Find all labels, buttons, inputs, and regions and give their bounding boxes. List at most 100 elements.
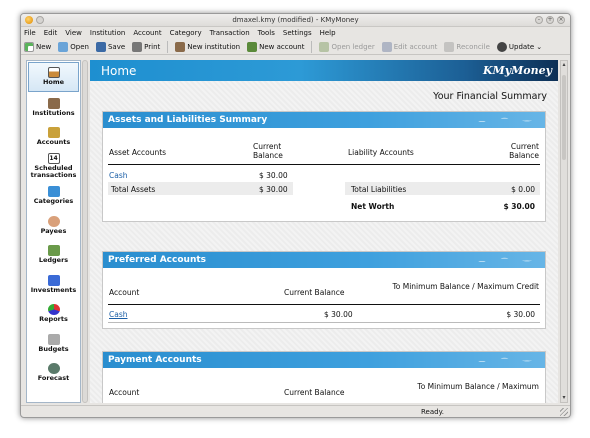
- menu-institution[interactable]: Institution: [90, 29, 125, 37]
- investments-icon: [47, 274, 60, 286]
- asset-accounts-column-header: Asset Accounts: [109, 148, 167, 157]
- open-ledger-button[interactable]: Open ledger: [319, 41, 375, 52]
- close-icon[interactable]: ×: [557, 16, 565, 24]
- sidebar-item-reports[interactable]: Reports: [27, 299, 80, 329]
- sidebar-item-investments[interactable]: Investments: [27, 270, 80, 300]
- reconcile-button[interactable]: Reconcile: [444, 41, 490, 52]
- preferred-account-cash-link[interactable]: Cash: [109, 310, 128, 319]
- main-area: Home Institutions Accounts 14 Scheduled t…: [21, 56, 570, 405]
- menu-file[interactable]: File: [24, 29, 36, 37]
- ledgers-icon: [47, 245, 60, 257]
- forecast-icon: [47, 363, 60, 375]
- sidebar-item-accounts[interactable]: Accounts: [27, 122, 80, 152]
- save-disk-icon: [95, 41, 106, 52]
- ledger-icon: [319, 41, 330, 52]
- new-institution-button[interactable]: New institution: [175, 41, 240, 52]
- account-column-header: Account: [109, 388, 140, 397]
- reports-icon: [47, 304, 60, 316]
- home-view: Home KMyMoney Your Financial Summary Ass…: [90, 60, 558, 403]
- menu-edit[interactable]: Edit: [44, 29, 58, 37]
- open-folder-icon: [58, 41, 69, 52]
- scrollbar-thumb[interactable]: [562, 75, 566, 160]
- payment-accounts-panel: Payment Accounts Account Current Balance…: [102, 351, 546, 403]
- sidebar-item-scheduled-transactions[interactable]: 14 Scheduled transactions: [27, 152, 80, 182]
- menu-category[interactable]: Category: [170, 29, 202, 37]
- payment-accounts-header: Payment Accounts: [103, 352, 545, 368]
- toolbar-separator: [167, 40, 169, 53]
- reconcile-icon: [444, 41, 455, 52]
- total-liabilities-value: $ 0.00: [511, 185, 535, 194]
- status-text: Ready.: [421, 408, 444, 416]
- minimize-icon[interactable]: -: [535, 16, 543, 24]
- menu-bar: File Edit View Institution Account Categ…: [21, 27, 570, 39]
- budgets-icon: [47, 333, 60, 345]
- sidebar-item-forecast[interactable]: Forecast: [27, 358, 80, 388]
- open-button[interactable]: Open: [58, 41, 89, 52]
- asset-current-balance-header: Current Balance: [253, 142, 283, 160]
- min-balance-column-header: To Minimum Balance / Maximum: [417, 382, 539, 391]
- main-window: dmaxel.kmy (modified) - KMyMoney - + × F…: [20, 13, 571, 418]
- menu-help[interactable]: Help: [320, 29, 336, 37]
- window-title: dmaxel.kmy (modified) - KMyMoney: [232, 16, 359, 24]
- sidebar-item-budgets[interactable]: Budgets: [27, 329, 80, 359]
- edit-account-button[interactable]: Edit account: [381, 41, 437, 52]
- new-account-button[interactable]: New account: [247, 41, 304, 52]
- calendar-icon: 14: [47, 153, 60, 165]
- net-worth-value: $ 30.00: [503, 202, 535, 211]
- assets-liabilities-panel: Assets and Liabilities Summary Asset Acc…: [102, 111, 546, 222]
- chevron-down-icon[interactable]: ⌄: [536, 43, 542, 51]
- asset-cash-balance: $ 30.00: [259, 171, 288, 180]
- total-assets-label: Total Assets: [111, 185, 156, 194]
- asset-account-cash-link[interactable]: Cash: [109, 171, 128, 180]
- title-bar: dmaxel.kmy (modified) - KMyMoney - + ×: [21, 14, 570, 27]
- divider: [108, 304, 540, 305]
- kmymoney-logo: KMyMoney: [482, 64, 552, 77]
- new-account-icon: [247, 41, 258, 52]
- sidebar-scrollbar[interactable]: [82, 60, 88, 403]
- institutions-icon: [47, 97, 60, 109]
- sidebar-item-ledgers[interactable]: Ledgers: [27, 240, 80, 270]
- update-icon: [496, 41, 507, 52]
- preferred-cash-balance: $ 30.00: [324, 310, 353, 319]
- total-liabilities-label: Total Liabilities: [351, 185, 407, 194]
- divider: [108, 322, 540, 323]
- update-button[interactable]: Update ⌄: [496, 41, 542, 52]
- preferred-accounts-header: Preferred Accounts: [103, 252, 545, 268]
- decorative-swirl: [455, 252, 545, 268]
- assets-liabilities-header: Assets and Liabilities Summary: [103, 112, 545, 128]
- sidebar-item-institutions[interactable]: Institutions: [27, 93, 80, 123]
- status-bar: Ready.: [21, 405, 570, 417]
- scroll-down-icon[interactable]: ▾: [561, 394, 567, 402]
- menu-tools[interactable]: Tools: [258, 29, 275, 37]
- total-assets-value: $ 30.00: [259, 185, 288, 194]
- accounts-icon: [47, 127, 60, 139]
- account-column-header: Account: [109, 288, 140, 297]
- new-button[interactable]: New: [24, 41, 51, 52]
- new-file-icon: [24, 41, 34, 52]
- menu-transaction[interactable]: Transaction: [210, 29, 250, 37]
- home-banner: Home KMyMoney: [90, 60, 558, 81]
- print-button[interactable]: Print: [132, 41, 160, 52]
- save-button[interactable]: Save: [95, 41, 125, 52]
- decorative-swirl: [455, 352, 545, 368]
- toolbar-separator: [311, 40, 313, 53]
- categories-icon: [47, 186, 60, 198]
- resize-grip-icon[interactable]: [560, 408, 568, 416]
- liability-accounts-column-header: Liability Accounts: [348, 148, 414, 157]
- page-title: Home: [101, 64, 137, 78]
- menu-view[interactable]: View: [65, 29, 82, 37]
- net-worth-label: Net Worth: [351, 202, 395, 211]
- menu-settings[interactable]: Settings: [283, 29, 312, 37]
- sidebar-item-payees[interactable]: Payees: [27, 211, 80, 241]
- menu-account[interactable]: Account: [133, 29, 161, 37]
- sidebar-item-home[interactable]: Home: [28, 62, 79, 92]
- scroll-up-icon[interactable]: ▴: [561, 61, 567, 69]
- maximize-icon[interactable]: +: [546, 16, 554, 24]
- divider: [108, 164, 540, 165]
- new-institution-icon: [175, 41, 186, 52]
- content-scrollbar[interactable]: ▴ ▾: [560, 60, 568, 403]
- navigation-sidebar: Home Institutions Accounts 14 Scheduled t…: [26, 60, 81, 403]
- main-toolbar: New Open Save Print New institution New …: [21, 39, 570, 55]
- printer-icon: [132, 41, 143, 52]
- sidebar-item-categories[interactable]: Categories: [27, 181, 80, 211]
